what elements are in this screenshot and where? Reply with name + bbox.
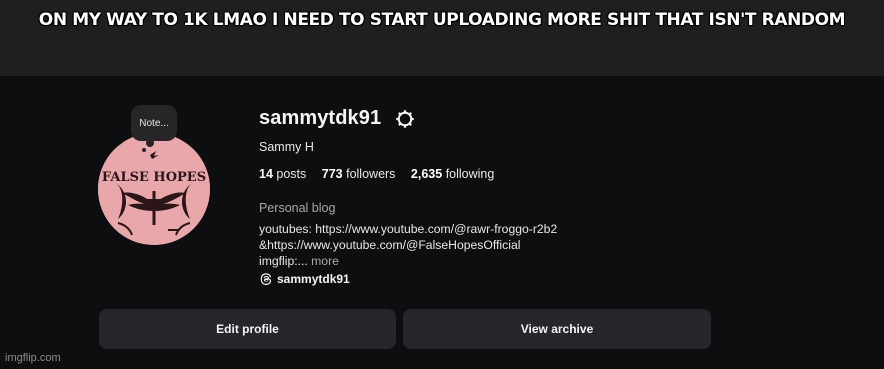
profile-category: Personal blog bbox=[259, 201, 336, 215]
followers-label: followers bbox=[346, 167, 396, 181]
note-bubble-tail bbox=[146, 139, 154, 147]
view-archive-button[interactable]: View archive bbox=[403, 309, 711, 349]
profile-username: sammytdk91 bbox=[259, 107, 382, 129]
avatar-band-text: FALSE HOPES bbox=[102, 170, 206, 185]
avatar[interactable]: FALSE HOPES bbox=[98, 133, 210, 245]
threads-handle: sammytdk91 bbox=[277, 272, 350, 286]
note-bubble-tail-small bbox=[142, 148, 146, 152]
bio-line: &https://www.youtube.com/@FalseHopesOffi… bbox=[259, 238, 521, 252]
avatar-artwork: FALSE HOPES bbox=[98, 133, 210, 245]
bio-more-link[interactable]: more bbox=[311, 254, 339, 268]
profile-bio: youtubes: https://www.youtube.com/@rawr-… bbox=[259, 221, 557, 269]
following-count: 2,635 bbox=[410, 167, 443, 181]
posts-count: 14 bbox=[259, 167, 273, 181]
note-text: Note... bbox=[139, 117, 169, 129]
threads-link[interactable]: sammytdk91 bbox=[259, 272, 350, 286]
profile-stats: 14 posts 773 followers 2,635 following bbox=[259, 167, 506, 181]
profile-full-name: Sammy H bbox=[259, 140, 314, 154]
following-link[interactable]: 2,635 following bbox=[411, 167, 494, 181]
threads-icon bbox=[260, 273, 272, 285]
following-label: following bbox=[445, 167, 495, 181]
gear-icon[interactable] bbox=[395, 109, 415, 129]
followers-link[interactable]: 773 followers bbox=[322, 167, 399, 181]
meme-caption: ON MY WAY TO 1K LMAO I NEED TO START UPL… bbox=[38, 10, 846, 30]
followers-count: 773 bbox=[321, 167, 343, 181]
posts-label: posts bbox=[276, 167, 307, 181]
imgflip-watermark: imgflip.com bbox=[5, 352, 61, 364]
posts-stat: 14 posts bbox=[259, 167, 310, 181]
bio-line: imgflip:... bbox=[259, 254, 308, 268]
bio-line: youtubes: https://www.youtube.com/@rawr-… bbox=[259, 222, 558, 236]
edit-profile-button[interactable]: Edit profile bbox=[99, 309, 396, 349]
bio-line-truncated: imgflip:... more bbox=[259, 253, 557, 269]
note-bubble[interactable]: Note... bbox=[131, 105, 177, 141]
